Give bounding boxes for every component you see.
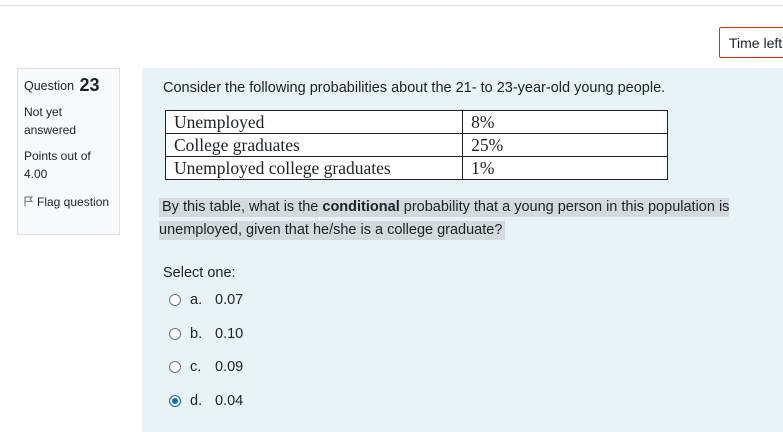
question-number-value: 23 (79, 75, 100, 95)
flag-question-label: Flag question (37, 195, 110, 209)
answer-option-d[interactable]: d. 0.04 (169, 393, 243, 409)
question-number: Question 23 (24, 75, 113, 96)
highlighted-question: By this table, what is the conditional p… (159, 198, 730, 240)
flag-question-link[interactable]: Flag question (24, 193, 113, 211)
answer-option-a[interactable]: a. 0.07 (169, 292, 243, 308)
select-one-label: Select one: (163, 265, 236, 281)
table-cell-label: Unemployed college graduates (164, 156, 464, 180)
ask-bold: conditional (322, 199, 400, 215)
time-left-label: Time left (729, 35, 783, 51)
question-state: Not yet answered (24, 105, 77, 137)
table-cell-value: 8% (462, 110, 668, 134)
radio-button[interactable] (169, 328, 181, 340)
question-content: Consider the following probabilities abo… (142, 68, 783, 432)
radio-button[interactable] (169, 361, 181, 373)
answer-option-b[interactable]: b. 0.10 (169, 326, 243, 342)
answer-letter: c. (190, 359, 202, 375)
radio-button-selected[interactable] (169, 395, 181, 407)
flag-icon (24, 196, 34, 207)
table-cell-value: 1% (462, 156, 668, 180)
time-left-box: Time left (719, 27, 783, 58)
table-cell-label: Unemployed (164, 110, 464, 134)
answer-letter: b. (190, 326, 203, 342)
answer-text: 0.10 (215, 326, 244, 342)
top-divider (0, 5, 783, 6)
answer-letter: a. (190, 292, 203, 308)
question-prompt-text: By this table, what is the conditional p… (159, 196, 779, 242)
ask-pre: By this table, what is the (162, 199, 323, 215)
answer-text: 0.04 (215, 393, 244, 409)
question-prefix: Question (24, 79, 75, 93)
table-row: Unemployed college graduates 1% (164, 156, 668, 180)
answer-text: 0.07 (215, 292, 244, 308)
radio-button[interactable] (169, 294, 181, 306)
question-grade: Points out of 4.00 (24, 149, 91, 181)
question-info-panel: Question 23 Not yet answered Points out … (17, 68, 120, 235)
table-row: College graduates 25% (164, 133, 668, 157)
table-row: Unemployed 8% (164, 110, 668, 134)
answer-option-c[interactable]: c. 0.09 (169, 359, 243, 375)
answer-letter: d. (190, 393, 203, 409)
question-intro: Consider the following probabilities abo… (163, 80, 666, 96)
table-cell-label: College graduates (164, 133, 464, 157)
table-cell-value: 25% (462, 133, 668, 157)
answer-text: 0.09 (215, 359, 244, 375)
probability-table: Unemployed 8% College graduates 25% Unem… (164, 110, 668, 180)
